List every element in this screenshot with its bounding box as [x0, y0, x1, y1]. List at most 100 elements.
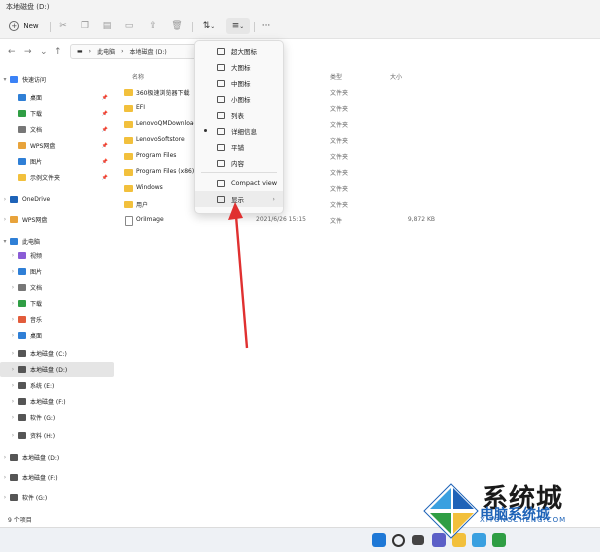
chevron-icon[interactable]: › — [8, 252, 18, 259]
sidebar-item[interactable]: › 资料 (H:) — [0, 428, 114, 443]
menu-item[interactable]: 小图标 — [195, 91, 283, 107]
sidebar-item[interactable]: 图片 📌 — [0, 154, 114, 169]
sidebar-item[interactable]: › 软件 (G:) — [0, 410, 114, 425]
sidebar-item[interactable]: › 视频 — [0, 248, 114, 263]
chevron-icon[interactable]: › — [8, 300, 18, 307]
sidebar-item[interactable]: WPS网盘 📌 — [0, 138, 114, 153]
chevron-icon[interactable]: ▾ — [0, 238, 10, 245]
sidebar-item[interactable]: › 音乐 — [0, 312, 114, 327]
copy-icon[interactable]: ❐ — [78, 18, 92, 34]
chevron-icon[interactable]: › — [8, 332, 18, 339]
menu-item[interactable]: 超大图标 — [195, 43, 283, 59]
sidebar-item[interactable]: 桌面 📌 — [0, 90, 114, 105]
folder-icon — [124, 137, 133, 144]
sidebar-item-label: 下载 — [30, 111, 43, 118]
table-row[interactable]: OriImage 2021/6/26 15:15 文件 9,872 KB — [118, 212, 538, 228]
more-button[interactable]: ··· — [258, 18, 274, 34]
sort-button[interactable]: ⇅ ⌄ — [198, 18, 220, 34]
chevron-icon[interactable]: › — [0, 474, 10, 481]
location-icon — [18, 142, 26, 149]
command-bar: + New ✂ ❐ ▤ ▭ ⇪ 🗑 ⇅ ⌄ ≡ ⌄ ··· — [0, 14, 600, 39]
chevron-down-icon[interactable]: ⌄ — [40, 47, 48, 57]
sidebar-item-label: 下载 — [30, 301, 43, 308]
breadcrumb[interactable]: ▬ › 此电脑 › 本地磁盘 (D:) — [70, 44, 200, 59]
breadcrumb-item[interactable]: 本地磁盘 (D:) — [130, 47, 167, 56]
sidebar-item-label: 文档 — [30, 127, 43, 134]
chevron-icon[interactable]: › — [8, 398, 18, 405]
table-row[interactable]: Program Files (x86)6 15:00文件夹 — [118, 164, 538, 180]
share-icon[interactable]: ⇪ — [146, 18, 160, 34]
table-row[interactable]: EFI6 17:18文件夹 — [118, 100, 538, 116]
menu-item[interactable]: 中图标 — [195, 75, 283, 91]
chevron-icon[interactable]: › — [8, 350, 18, 357]
sidebar-item[interactable]: › 本地磁盘 (F:) — [0, 394, 114, 409]
chevron-icon[interactable]: › — [8, 382, 18, 389]
chevron-icon[interactable]: › — [8, 284, 18, 291]
file-size: 9,872 KB — [407, 216, 435, 223]
sidebar-item[interactable]: ▾ 快速访问 — [0, 72, 106, 87]
sidebar-item[interactable]: › 本地磁盘 (C:) — [0, 346, 114, 361]
table-row[interactable]: 用户7 16:06文件夹 — [118, 196, 538, 212]
sidebar-item[interactable]: 示例文件夹 📌 — [0, 170, 114, 185]
forward-icon[interactable]: → — [24, 47, 32, 57]
start-icon[interactable] — [372, 533, 386, 547]
sidebar-item[interactable]: ▾ 此电脑 — [0, 234, 106, 249]
up-icon[interactable]: ↑ — [54, 47, 62, 57]
menu-item[interactable]: 大图标 — [195, 59, 283, 75]
new-button[interactable]: + New — [6, 18, 42, 34]
menu-item[interactable]: 内容 — [195, 155, 283, 171]
pin-icon: 📌 — [101, 158, 108, 165]
delete-icon[interactable]: 🗑 — [170, 18, 184, 34]
chevron-icon[interactable]: › — [0, 454, 10, 461]
search-icon[interactable] — [392, 534, 405, 547]
sidebar-item[interactable]: › 文档 — [0, 280, 114, 295]
file-type: 文件夹 — [330, 170, 349, 177]
menu-item[interactable]: 列表 — [195, 107, 283, 123]
chevron-icon[interactable]: › — [8, 414, 18, 421]
chevron-icon[interactable]: › — [0, 196, 10, 203]
table-row[interactable]: 360极速浏览器下载3 17:26文件夹 — [118, 84, 538, 100]
sidebar-item[interactable]: › 本地磁盘 (D:) — [0, 450, 106, 465]
view-button[interactable]: ≡ ⌄ — [226, 18, 250, 34]
table-row[interactable]: LenovoSoftstore6 23:31文件夹 — [118, 132, 538, 148]
sidebar-item[interactable]: › WPS网盘 — [0, 212, 106, 227]
chevron-icon[interactable]: › — [0, 216, 10, 223]
column-header-size[interactable]: 大小 — [390, 72, 402, 81]
breadcrumb-item[interactable]: 此电脑 — [97, 47, 115, 56]
sidebar-item[interactable]: › 软件 (G:) — [0, 490, 106, 505]
watermark-url: XITONGCHENG.COM — [480, 516, 567, 524]
sidebar-item-label: 视频 — [30, 253, 43, 260]
sidebar-item[interactable]: › 系统 (E:) — [0, 378, 114, 393]
location-icon — [18, 110, 26, 117]
cut-icon[interactable]: ✂ — [56, 18, 70, 34]
view-icon: ≡ — [231, 21, 240, 31]
sidebar-item[interactable]: 下载 📌 — [0, 106, 114, 121]
rename-icon[interactable]: ▭ — [122, 18, 136, 34]
chevron-icon[interactable]: › — [8, 268, 18, 275]
sidebar-item[interactable]: › 本地磁盘 (F:) — [0, 470, 106, 485]
sidebar-item[interactable]: › OneDrive — [0, 192, 106, 207]
location-icon — [10, 196, 18, 203]
table-row[interactable]: Program Files2:41文件夹 — [118, 148, 538, 164]
menu-item[interactable]: Compact view — [195, 175, 283, 191]
sidebar-item-label: 图片 — [30, 159, 43, 166]
sidebar-item[interactable]: › 本地磁盘 (D:) — [0, 362, 114, 377]
column-header-name[interactable]: 名称 — [132, 72, 144, 81]
chevron-icon[interactable]: › — [8, 432, 18, 439]
chevron-icon[interactable]: › — [8, 366, 18, 373]
back-icon[interactable]: ← — [8, 47, 16, 57]
menu-item[interactable]: 详细信息 — [195, 123, 283, 139]
menu-item[interactable]: 平铺 — [195, 139, 283, 155]
sidebar-item[interactable]: › 下载 — [0, 296, 114, 311]
new-label: New — [23, 22, 39, 30]
sidebar-item[interactable]: › 图片 — [0, 264, 114, 279]
chevron-icon[interactable]: › — [0, 494, 10, 501]
table-row[interactable]: Windows4:07文件夹 — [118, 180, 538, 196]
paste-icon[interactable]: ▤ — [100, 18, 114, 34]
sidebar-item[interactable]: › 桌面 — [0, 328, 114, 343]
sidebar-item[interactable]: 文档 📌 — [0, 122, 114, 137]
table-row[interactable]: LenovoQMDownload6 19:40文件夹 — [118, 116, 538, 132]
column-header-type[interactable]: 类型 — [330, 72, 342, 81]
chevron-icon[interactable]: ▾ — [0, 76, 10, 83]
chevron-icon[interactable]: › — [8, 316, 18, 323]
